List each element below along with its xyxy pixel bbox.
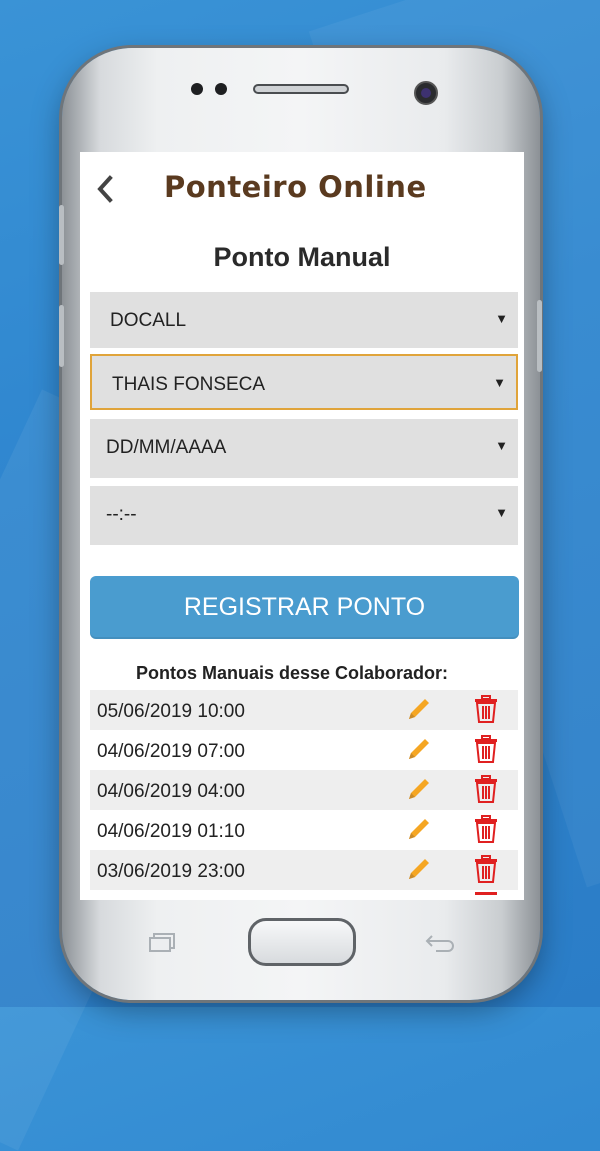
trash-icon — [475, 892, 497, 895]
chevron-left-icon — [97, 175, 113, 203]
dropdown-arrow-icon: ▼ — [495, 311, 508, 326]
company-select[interactable]: DOCALL ▼ — [90, 292, 518, 348]
pencil-icon[interactable] — [406, 776, 432, 802]
sensor-dot — [215, 83, 227, 95]
employee-select[interactable]: THAIS FONSECA ▼ — [90, 354, 518, 410]
dropdown-arrow-icon: ▼ — [495, 438, 508, 453]
earpiece-speaker — [253, 84, 349, 94]
trash-icon[interactable] — [474, 775, 498, 803]
pencil-icon[interactable] — [406, 816, 432, 842]
list-item: 03/06/2019 23:00 — [90, 850, 518, 890]
entry-datetime: 05/06/2019 10:00 — [97, 701, 245, 722]
front-camera — [414, 81, 438, 105]
back-button[interactable] — [94, 174, 116, 204]
power-key — [537, 300, 542, 372]
dropdown-arrow-icon: ▼ — [495, 505, 508, 520]
recent-apps-icon[interactable] — [148, 932, 178, 952]
trash-icon[interactable] — [474, 695, 498, 723]
trash-icon[interactable] — [474, 735, 498, 763]
trash-icon[interactable] — [474, 815, 498, 843]
pencil-icon[interactable] — [406, 696, 432, 722]
sensor-dot — [191, 83, 203, 95]
page-title: Ponto Manual — [213, 242, 391, 272]
company-select-value: DOCALL — [110, 310, 187, 331]
app-screen: Ponteiro Online Ponto Manual DOCALL ▼ TH… — [80, 152, 524, 900]
entry-datetime: 04/06/2019 01:10 — [97, 821, 245, 842]
list-item: 04/06/2019 01:10 — [90, 810, 518, 850]
time-input[interactable]: --:-- ▼ — [90, 486, 518, 545]
pencil-icon[interactable] — [406, 736, 432, 762]
list-title: Pontos Manuais desse Colaborador: — [135, 663, 449, 683]
trash-icon[interactable] — [474, 855, 498, 883]
dropdown-arrow-icon: ▼ — [493, 375, 506, 390]
volume-up-key — [59, 205, 64, 265]
date-input[interactable]: DD/MM/AAAA ▼ — [90, 419, 518, 478]
list-item: 04/06/2019 04:00 — [90, 770, 518, 810]
volume-down-key — [59, 305, 64, 367]
date-input-value: DD/MM/AAAA — [106, 437, 227, 458]
app-title: Ponteiro Online — [164, 170, 427, 204]
list-item: 05/06/2019 10:00 — [90, 690, 518, 730]
time-input-value: --:-- — [106, 504, 137, 525]
manual-entries-list: 05/06/2019 10:00 04/06/2019 07:00 04/06/… — [90, 690, 518, 898]
list-item — [90, 890, 518, 898]
entry-datetime: 03/06/2019 23:00 — [97, 861, 245, 882]
entry-datetime: 04/06/2019 04:00 — [97, 781, 245, 802]
list-item: 04/06/2019 07:00 — [90, 730, 518, 770]
app-bar: Ponteiro Online — [80, 152, 524, 224]
back-key-icon[interactable] — [424, 932, 456, 952]
home-button[interactable] — [248, 918, 356, 966]
employee-select-value: THAIS FONSECA — [112, 374, 266, 395]
register-button[interactable]: REGISTRAR PONTO — [90, 576, 519, 639]
entry-datetime: 04/06/2019 07:00 — [97, 741, 245, 762]
pencil-icon[interactable] — [406, 856, 432, 882]
